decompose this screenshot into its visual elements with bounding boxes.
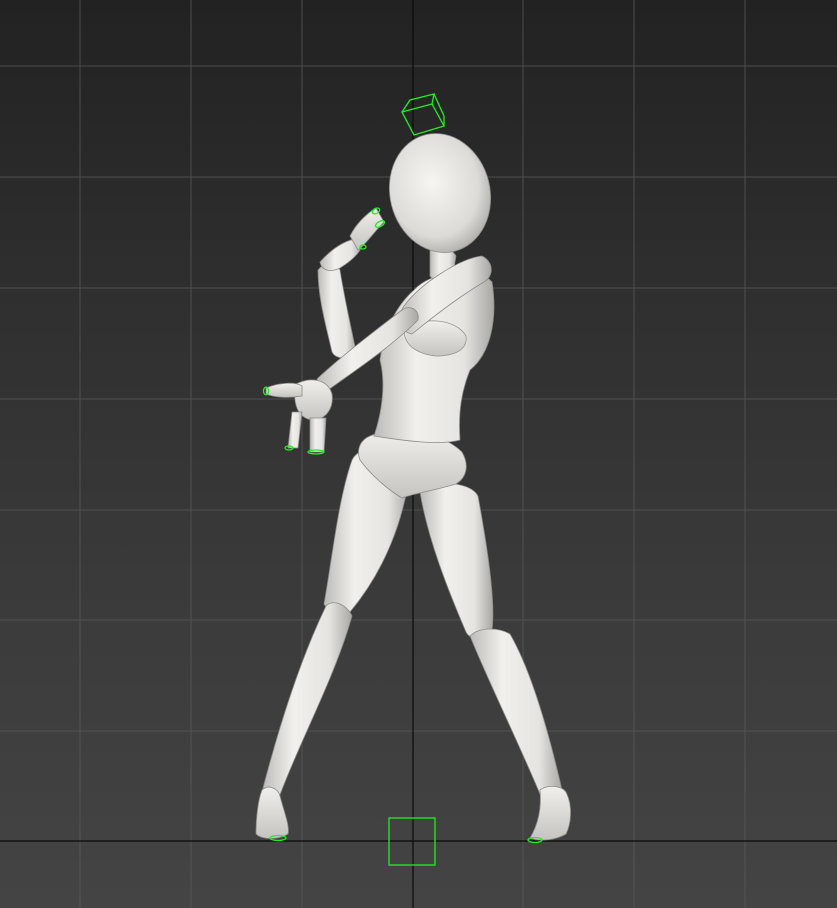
right-finger-b[interactable]: [309, 417, 327, 453]
viewport-canvas[interactable]: [0, 0, 837, 908]
3d-viewport[interactable]: [0, 0, 837, 908]
right-finger-a[interactable]: [287, 411, 303, 449]
right-foot[interactable]: [529, 786, 571, 841]
right-shin[interactable]: [469, 628, 563, 798]
head[interactable]: [377, 123, 503, 264]
cube-icon: [401, 93, 445, 136]
left-shin[interactable]: [261, 602, 353, 802]
left-upper-arm[interactable]: [317, 263, 357, 359]
left-foot[interactable]: [255, 786, 289, 839]
hand-ik-controls[interactable]: [262, 207, 386, 455]
right-index-finger[interactable]: [265, 382, 303, 398]
head-controller[interactable]: [401, 93, 445, 136]
right-thigh[interactable]: [419, 483, 494, 639]
left-hand[interactable]: [349, 207, 385, 251]
